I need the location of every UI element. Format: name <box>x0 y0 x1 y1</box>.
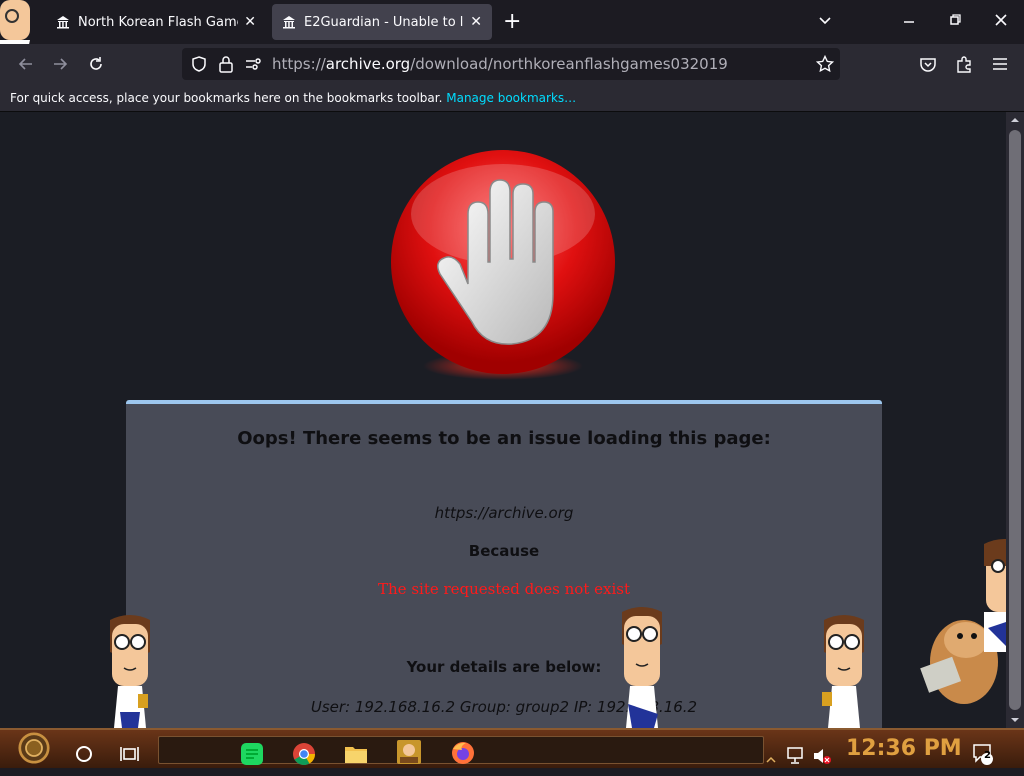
file-explorer-icon[interactable] <box>344 738 368 770</box>
task-view-icon[interactable] <box>120 738 140 770</box>
page-scrollbar[interactable] <box>1006 112 1024 728</box>
bookmarks-toolbar: For quick access, place your bookmarks h… <box>0 84 1024 112</box>
lock-icon[interactable] <box>218 55 234 73</box>
manage-bookmarks-link[interactable]: Manage bookmarks… <box>446 91 576 105</box>
close-tab-icon[interactable]: ✕ <box>244 14 256 30</box>
tab-title: North Korean Flash Games : F <box>78 14 238 30</box>
back-icon[interactable] <box>16 54 36 74</box>
blocked-url: https://archive.org <box>434 504 574 522</box>
tab-north-korean-flash-games[interactable]: North Korean Flash Games : F ✕ <box>46 4 266 40</box>
tab-bar: North Korean Flash Games : F ✕ E2Guardia… <box>0 0 1024 76</box>
restore-icon[interactable] <box>948 12 962 28</box>
because-label: Because <box>468 542 540 560</box>
error-panel: Oops! There seems to be an issue loading… <box>126 400 882 728</box>
user-details: User: 192.168.16.2 Group: group2 IP: 192… <box>310 698 698 716</box>
star-bookmark-icon[interactable] <box>816 55 834 73</box>
notes-app-icon[interactable] <box>240 738 264 770</box>
network-icon[interactable] <box>786 740 808 772</box>
minimize-icon[interactable] <box>902 12 916 28</box>
hank-figure-image <box>984 539 1006 652</box>
menu-icon[interactable] <box>990 54 1010 74</box>
game-app-icon[interactable] <box>396 736 422 768</box>
pocket-icon[interactable] <box>918 54 938 74</box>
chevron-down-icon[interactable] <box>817 12 833 28</box>
close-tab-icon[interactable]: ✕ <box>470 14 482 30</box>
tab-e2guardian[interactable]: E2Guardian - Unable to load w ✕ <box>272 4 492 40</box>
stop-hand-icon <box>391 150 615 380</box>
firefox-icon[interactable] <box>450 737 476 769</box>
notification-count-badge: 2 <box>984 750 991 761</box>
reload-icon[interactable] <box>86 54 106 74</box>
url-text[interactable]: https://archive.org/download/northkorean… <box>272 55 728 73</box>
hank-figure-image <box>822 615 864 728</box>
forward-icon[interactable] <box>50 54 70 74</box>
block-reason: The site requested does not exist <box>378 580 630 598</box>
extensions-icon[interactable] <box>954 54 974 74</box>
close-window-icon[interactable] <box>994 12 1008 28</box>
url-host: archive.org <box>325 55 411 73</box>
chrome-icon[interactable] <box>292 738 316 770</box>
scroll-up-icon[interactable] <box>1011 116 1019 124</box>
new-tab-button[interactable]: + <box>503 9 521 35</box>
bookmarks-message: For quick access, place your bookmarks h… <box>10 91 443 105</box>
scroll-down-icon[interactable] <box>1011 716 1019 724</box>
taskbar-clock[interactable]: 12:36 PM <box>846 736 962 761</box>
archive-icon <box>57 16 69 29</box>
archive-icon <box>283 16 295 29</box>
details-heading: Your details are below: <box>406 658 602 676</box>
url-prefix: https:// <box>272 55 326 73</box>
scrollbar-thumb[interactable] <box>1009 130 1021 710</box>
url-path: /download/northkoreanflashgames032019 <box>410 55 728 73</box>
error-heading: Oops! There seems to be an issue loading… <box>237 428 771 449</box>
show-hidden-icons-icon[interactable] <box>766 744 776 776</box>
page-content: Oops! There seems to be an issue loading… <box>0 112 1006 728</box>
url-bar[interactable]: https://archive.org/download/northkorean… <box>182 48 840 80</box>
permissions-icon[interactable] <box>244 56 262 72</box>
start-button-icon[interactable] <box>10 732 58 764</box>
cortana-icon[interactable] <box>74 738 94 770</box>
tab-title: E2Guardian - Unable to load w <box>304 14 464 30</box>
hank-figure-image <box>110 615 150 728</box>
hank-figure-image <box>622 607 662 728</box>
volume-muted-icon[interactable] <box>812 740 832 772</box>
taskbar: 12:36 PM 2 <box>0 728 1024 768</box>
navigation-bar: https://archive.org/download/northkorean… <box>0 44 1024 84</box>
shield-icon[interactable] <box>190 55 208 73</box>
